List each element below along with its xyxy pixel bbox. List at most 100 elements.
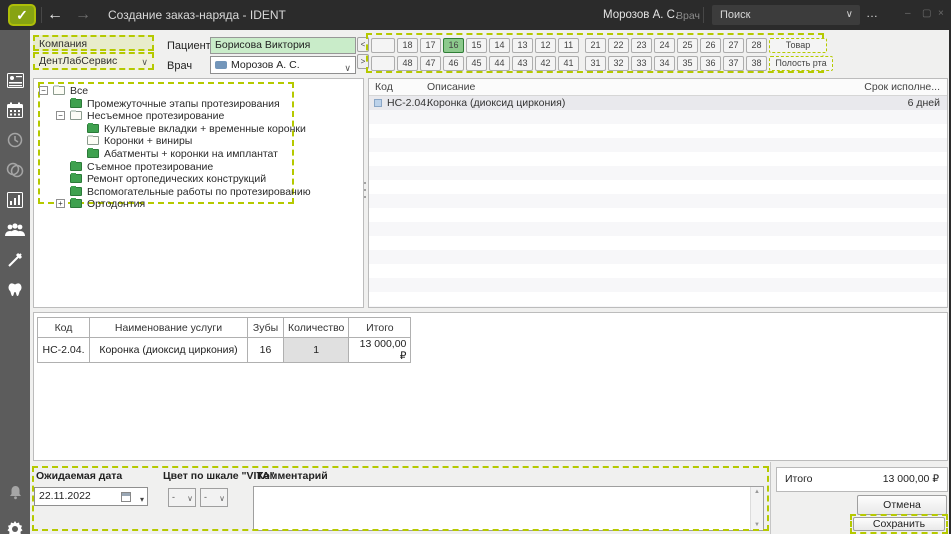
oral-cavity-button[interactable]: Полость рта	[769, 56, 833, 71]
tooth-button-21[interactable]: 21	[585, 38, 606, 53]
expected-date-label: Ожидаемая дата	[36, 470, 122, 482]
tooth-button-37[interactable]: 37	[723, 56, 744, 71]
scroll-down-icon[interactable]: ▼	[754, 522, 760, 528]
svc-name: Коронка (диоксид циркония)	[90, 338, 248, 363]
tooth-button-46[interactable]: 46	[443, 56, 464, 71]
notifications-bell-icon[interactable]	[0, 480, 30, 504]
svc-col-header: Количество	[284, 318, 349, 338]
sidebar-item-staff[interactable]	[0, 218, 30, 242]
scroll-up-icon[interactable]: ▲	[754, 489, 760, 495]
doctor-label: Врач	[167, 60, 192, 72]
doctor-select[interactable]: Морозов А. С. ∨	[210, 56, 356, 74]
more-options-icon[interactable]: …	[866, 6, 878, 20]
catalog-term: 6 дней	[908, 97, 940, 109]
tooth-button-13[interactable]: 13	[512, 38, 533, 53]
expected-date-input[interactable]: 22.11.2022 ▾	[34, 487, 148, 506]
folder-icon	[70, 199, 82, 208]
sidebar-item-reports[interactable]	[0, 188, 30, 212]
settings-gear-icon[interactable]	[0, 517, 30, 534]
sidebar-item-tools[interactable]	[0, 248, 30, 272]
tooth-button-36[interactable]: 36	[700, 56, 721, 71]
vita-select-1[interactable]: - ∨	[168, 488, 196, 507]
expand-icon[interactable]: +	[56, 199, 65, 208]
tooth-blank-button[interactable]	[371, 56, 395, 71]
tooth-button-33[interactable]: 33	[631, 56, 652, 71]
patient-field[interactable]: Борисова Виктория Евгеньевна	[210, 37, 356, 54]
services-table-head: КодНаименование услугиЗубыКоличествоИтог…	[38, 318, 411, 338]
table-row[interactable]: НС-2.04.Коронка (диоксид циркония)16113 …	[38, 338, 411, 363]
tooth-button-23[interactable]: 23	[631, 38, 652, 53]
save-button[interactable]: Сохранить	[853, 517, 945, 531]
tooth-button-22[interactable]: 22	[608, 38, 629, 53]
folder-icon	[70, 187, 82, 196]
product-button[interactable]: Товар	[769, 38, 827, 53]
tooth-button-45[interactable]: 45	[466, 56, 487, 71]
tooth-button-27[interactable]: 27	[723, 38, 744, 53]
tree-item-label: Несъемное протезирование	[87, 110, 224, 122]
tooth-button-26[interactable]: 26	[700, 38, 721, 53]
chevron-down-icon: ∨	[187, 490, 193, 507]
chevron-down-icon: ∨	[141, 56, 148, 69]
tree-item-label: Съемное протезирование	[87, 161, 213, 173]
tooth-button-43[interactable]: 43	[512, 56, 533, 71]
comment-scrollbar[interactable]: ▲ ▼	[750, 487, 763, 530]
tooth-button-35[interactable]: 35	[677, 56, 698, 71]
tooth-button-18[interactable]: 18	[397, 38, 418, 53]
tooth-button-16[interactable]: 16	[443, 38, 464, 53]
tooth-button-31[interactable]: 31	[585, 56, 606, 71]
sidebar-item-finance[interactable]	[0, 158, 30, 182]
close-icon[interactable]: ×	[938, 8, 944, 19]
panel-splitter[interactable]	[362, 182, 367, 198]
catalog-table-header: Код Описание Срок исполне...	[369, 79, 947, 96]
cancel-button[interactable]: Отмена	[857, 495, 947, 515]
comment-textarea[interactable]: ▲ ▼	[253, 486, 764, 531]
sidebar-item-history[interactable]	[0, 128, 30, 152]
tooth-button-15[interactable]: 15	[466, 38, 487, 53]
tooth-button-32[interactable]: 32	[608, 56, 629, 71]
forward-icon[interactable]: →	[75, 3, 91, 27]
date-dropdown-icon[interactable]: ▾	[140, 491, 144, 508]
titlebar-separator	[703, 7, 704, 23]
title-bar: ✓ ← → Создание заказ-наряда - IDENT Моро…	[0, 0, 951, 30]
tooth-button-25[interactable]: 25	[677, 38, 698, 53]
folder-icon	[87, 136, 99, 145]
tooth-button-28[interactable]: 28	[746, 38, 767, 53]
tooth-button-38[interactable]: 38	[746, 56, 767, 71]
tooth-button-48[interactable]: 48	[397, 56, 418, 71]
catalog-row[interactable]: НС-2.04.Коронка (диоксид циркония)6 дней	[369, 96, 947, 110]
chevron-down-icon[interactable]: ∨	[846, 5, 853, 25]
tooth-button-34[interactable]: 34	[654, 56, 675, 71]
tooth-button-17[interactable]: 17	[420, 38, 441, 53]
tooth-button-24[interactable]: 24	[654, 38, 675, 53]
col-term: Срок исполне...	[864, 81, 940, 93]
svc-total: 13 000,00 ₽	[349, 338, 411, 363]
company-select[interactable]: ДентЛабСервис ∨	[33, 52, 154, 70]
company-label: Компания	[33, 35, 154, 51]
tooth-button-42[interactable]: 42	[535, 56, 556, 71]
tooth-blank-button[interactable]	[371, 38, 395, 53]
vita-select-2[interactable]: - ∨	[200, 488, 228, 507]
tooth-button-14[interactable]: 14	[489, 38, 510, 53]
svc-col-header: Итого	[349, 318, 411, 338]
item-type-icon	[374, 99, 382, 107]
tree-item-label: Ортодонтия	[87, 198, 145, 210]
tooth-button-44[interactable]: 44	[489, 56, 510, 71]
tooth-button-11[interactable]: 11	[558, 38, 579, 53]
tree-item-label: Коронки + виниры	[104, 135, 192, 147]
collapse-icon[interactable]: −	[56, 111, 65, 120]
sidebar-item-patient-card[interactable]	[0, 68, 30, 92]
collapse-icon[interactable]: −	[39, 86, 48, 95]
maximize-icon[interactable]: ▢	[922, 8, 931, 19]
svc-qty[interactable]: 1	[284, 338, 349, 363]
sidebar-item-tooth[interactable]	[0, 278, 30, 302]
tooth-button-41[interactable]: 41	[558, 56, 579, 71]
search-input[interactable]: Поиск ∨	[712, 5, 860, 25]
calendar-icon[interactable]	[121, 492, 131, 502]
sidebar-item-calendar[interactable]	[0, 98, 30, 122]
tooth-button-12[interactable]: 12	[535, 38, 556, 53]
minimize-icon[interactable]: –	[905, 8, 911, 19]
back-icon[interactable]: ←	[47, 3, 63, 27]
folder-icon	[70, 174, 82, 183]
expected-date-value: 22.11.2022	[39, 490, 91, 502]
tooth-button-47[interactable]: 47	[420, 56, 441, 71]
